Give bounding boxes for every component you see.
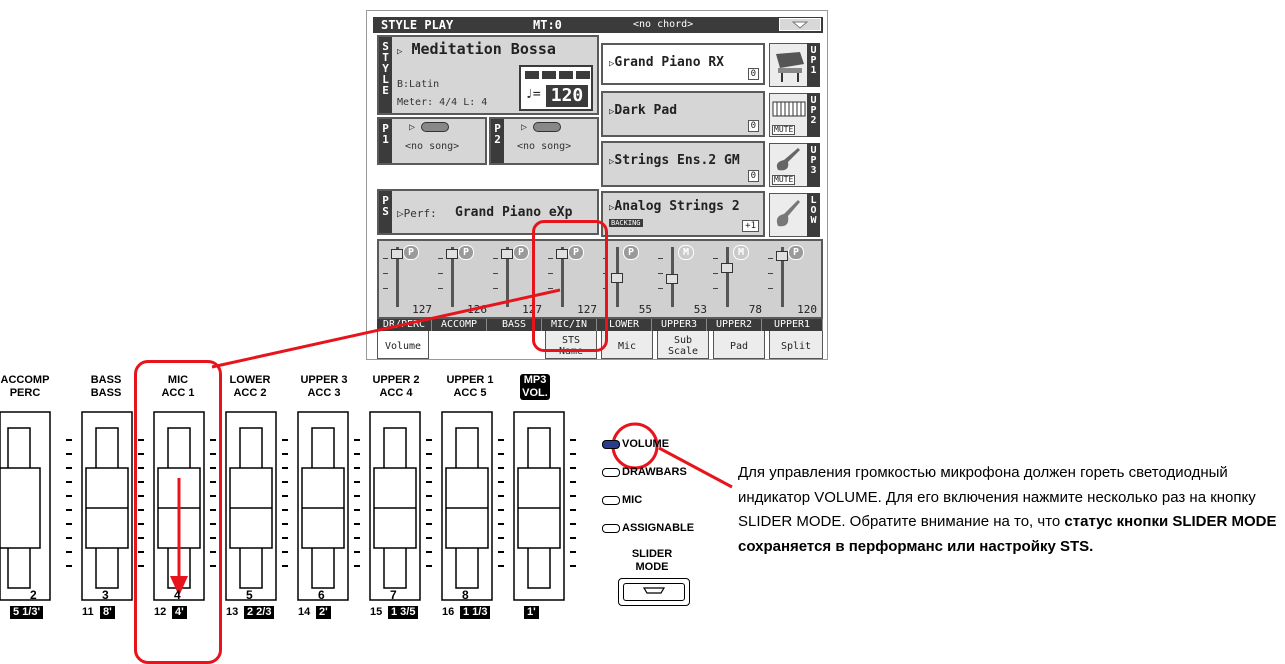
led-on-icon xyxy=(602,439,620,449)
slider-number: 4 xyxy=(174,588,181,602)
slider-mode-button[interactable] xyxy=(618,578,690,606)
drawbar-number: 14 xyxy=(298,606,311,618)
button-face-icon xyxy=(642,587,666,594)
slider-number: 8 xyxy=(462,588,469,602)
led-off-icon xyxy=(602,467,620,477)
footage-label: 2 2/3 xyxy=(244,606,275,619)
footage-label: 8' xyxy=(100,606,115,619)
led-mic: MIC xyxy=(602,494,642,506)
drawbar-number: 11 xyxy=(82,606,94,618)
slider-number: 6 xyxy=(318,588,325,602)
slider-number: 3 xyxy=(102,588,109,602)
slider-bass xyxy=(81,411,133,601)
footage-label: 1 3/5 xyxy=(388,606,419,619)
drawbar-number: 12 xyxy=(154,606,167,618)
slider-number: 2 xyxy=(30,588,37,602)
led-off-icon xyxy=(602,495,620,505)
footage-label: 2' xyxy=(316,606,331,619)
footage-label: 5 1/3' xyxy=(10,606,44,619)
slider-number: 7 xyxy=(390,588,397,602)
led-drawbars: DRAWBARS xyxy=(602,466,687,478)
led-volume: VOLUME xyxy=(602,438,669,450)
instruction-text: Для управления громкостью микрофона долж… xyxy=(738,464,1277,555)
drawbar-number: 13 xyxy=(226,606,239,618)
led-off-icon xyxy=(602,523,620,533)
drawbar-number: 15 xyxy=(370,606,383,618)
slider-number: 5 xyxy=(246,588,253,602)
led-assignable: ASSIGNABLE xyxy=(602,522,694,534)
slider-mode-label: SLIDER MODE xyxy=(631,548,673,573)
button-cap xyxy=(623,583,685,601)
footage-label: 1 1/3 xyxy=(460,606,491,619)
footage-label: 1' xyxy=(524,606,539,619)
footage-label: 4' xyxy=(172,606,187,619)
drawbar-number: 16 xyxy=(442,606,455,618)
